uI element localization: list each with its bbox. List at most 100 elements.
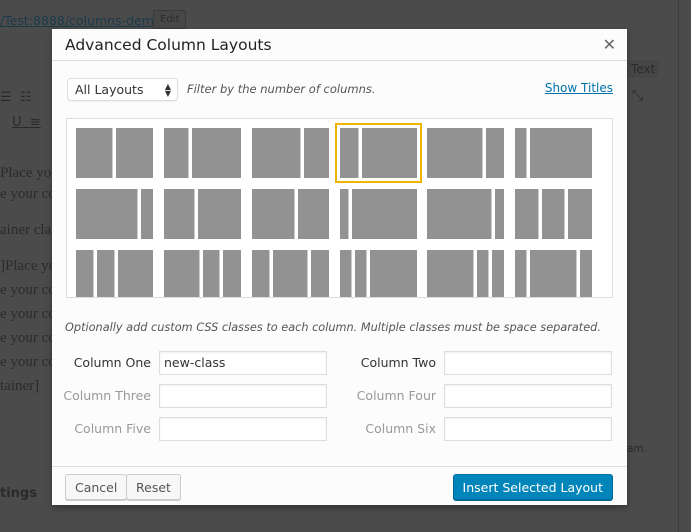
layout-column (515, 250, 530, 297)
layout-option[interactable] (427, 189, 504, 239)
layout-column (252, 189, 299, 239)
layout-filter-value: All Layouts (75, 82, 144, 97)
layout-column (272, 250, 312, 297)
layout-column (477, 250, 493, 297)
editor-line: tainer] (0, 378, 40, 394)
fullscreen-icon: ⤡ (632, 88, 644, 104)
dialog-footer: Cancel Reset Insert Selected Layout (52, 466, 627, 505)
layout-option[interactable] (164, 128, 241, 178)
edit-permalink-button: Edit (153, 10, 187, 29)
layout-option[interactable] (252, 189, 329, 239)
editor-line: e your co (0, 282, 56, 298)
layout-column (76, 189, 141, 239)
sidebar-panel (678, 0, 691, 532)
column-class-input[interactable] (444, 384, 612, 408)
layout-option[interactable] (427, 250, 504, 297)
column-label: Column One (73, 355, 151, 370)
layout-column (311, 250, 329, 297)
insert-selected-layout-button[interactable]: Insert Selected Layout (452, 474, 613, 500)
dialog-title: Advanced Column Layouts (65, 36, 272, 54)
layout-column (568, 189, 593, 239)
advanced-column-layouts-dialog: Advanced Column Layouts ✕ All Layouts ▲ ▼… (52, 29, 627, 505)
layout-column (354, 250, 370, 297)
layout-option[interactable] (252, 128, 329, 178)
layout-column (202, 250, 224, 297)
layout-column (298, 189, 329, 239)
layout-column (369, 250, 417, 297)
layout-column (164, 189, 198, 239)
layout-option[interactable] (76, 189, 153, 239)
layout-option[interactable] (427, 128, 504, 178)
layout-option[interactable] (515, 250, 592, 297)
layout-column (427, 250, 478, 297)
layout-column (352, 189, 417, 239)
editor-line: ]Place yo (0, 258, 57, 274)
column-class-input[interactable] (444, 417, 612, 441)
column-label: Column Five (74, 421, 151, 436)
editor-line: e your co (0, 306, 56, 322)
filter-hint: Filter by the number of columns. (187, 82, 376, 96)
layout-column (252, 250, 273, 297)
cancel-button[interactable]: Cancel (65, 474, 128, 500)
column-class-input[interactable] (444, 351, 612, 375)
layout-option[interactable] (76, 250, 153, 297)
column-class-input[interactable] (159, 384, 327, 408)
editor-line: e your co (0, 186, 56, 202)
layout-column (515, 189, 542, 239)
layout-column (191, 128, 241, 178)
close-icon[interactable]: ✕ (603, 35, 616, 54)
layout-column (485, 128, 504, 178)
show-titles-link[interactable]: Show Titles (545, 81, 613, 95)
layout-column (340, 189, 353, 239)
layout-column (116, 128, 153, 178)
layout-column (164, 250, 203, 297)
layout-column (541, 189, 569, 239)
layout-option[interactable] (335, 123, 422, 183)
footer-snippet: am. (627, 443, 648, 455)
editor-line: ainer cla (0, 222, 52, 238)
editor-line: Place yo (0, 165, 52, 181)
layout-column (140, 189, 153, 239)
column-class-input[interactable] (159, 417, 327, 441)
layout-column (164, 128, 192, 178)
layout-option[interactable] (515, 189, 593, 239)
layout-column (340, 128, 362, 178)
editor-line: e your co (0, 354, 56, 370)
permalink: /Test:8888/columns-demo/ (0, 13, 166, 28)
layout-column (580, 250, 592, 297)
layout-column (223, 250, 241, 297)
layout-column (361, 128, 417, 178)
layout-column (117, 250, 153, 297)
layout-column (529, 250, 581, 297)
layout-column (252, 128, 305, 178)
layout-column (76, 128, 116, 178)
layout-column (427, 128, 486, 178)
layout-column (494, 189, 504, 239)
settings-heading: tings (0, 486, 37, 501)
css-classes-hint: Optionally add custom CSS classes to eac… (65, 321, 601, 334)
editor-line: e your co (0, 330, 56, 346)
column-class-input[interactable]: new-class (159, 351, 327, 375)
layout-column (76, 250, 97, 297)
layout-option[interactable] (340, 250, 417, 297)
text-tab: Text (627, 60, 660, 78)
layout-option[interactable] (164, 189, 241, 239)
layout-grid[interactable] (66, 118, 613, 298)
layout-column (197, 189, 241, 239)
layout-option[interactable] (164, 250, 241, 297)
reset-button[interactable]: Reset (126, 474, 181, 500)
layout-column (96, 250, 118, 297)
column-label: Column Three (63, 388, 151, 403)
layout-option[interactable] (340, 189, 417, 239)
layout-option[interactable] (515, 128, 592, 178)
underline-icon: U ≡ (12, 115, 41, 130)
layout-column (530, 128, 592, 178)
column-label: Column Four (356, 388, 436, 403)
layout-column (427, 189, 495, 239)
layout-filter-select[interactable]: All Layouts ▲ ▼ (67, 78, 178, 101)
layout-option[interactable] (76, 128, 153, 178)
layout-option[interactable] (252, 250, 329, 297)
layout-column (340, 250, 355, 297)
layout-column (515, 128, 531, 178)
layout-column (304, 128, 329, 178)
